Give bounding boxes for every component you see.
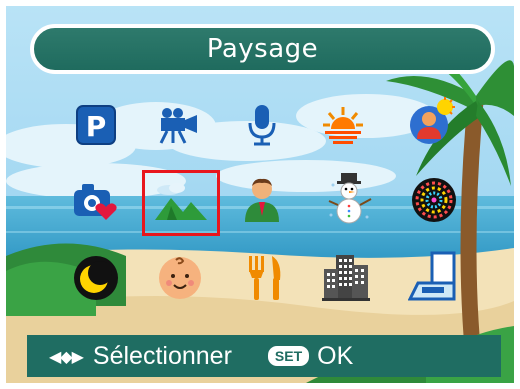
mode-portrait[interactable] [232,170,292,230]
mode-backlight-portrait[interactable] [402,92,462,152]
mode-fireworks[interactable] [404,170,464,230]
document-icon [408,251,456,301]
mode-program[interactable]: P [66,95,126,155]
mode-kids[interactable] [150,248,210,308]
microphone-icon [248,105,276,146]
mode-favorite[interactable] [66,172,126,232]
mode-food[interactable] [236,248,296,308]
person-icon [245,178,279,222]
mode-text[interactable] [403,246,463,306]
mode-title: Paysage [206,34,319,64]
fireworks-icon [412,178,456,222]
mode-voice[interactable] [232,95,292,155]
svg-text:P: P [86,110,107,143]
help-bar: ◀◆▶ Sélectionner SET OK [27,335,501,377]
snowman-icon [328,173,372,224]
left-right-arrows-icon: ◀◆▶ [49,346,84,366]
moon-icon [74,256,118,300]
navigate-label: Sélectionner [92,341,232,370]
backlight-portrait-icon [410,97,455,144]
camera-heart-icon [74,184,117,220]
mode-video[interactable] [149,95,209,155]
sunset-icon [323,107,363,144]
mode-building[interactable] [316,246,376,306]
video-camera-icon [159,108,197,144]
building-icon [322,255,370,301]
mode-night[interactable] [66,248,126,308]
camera-lcd-screen: Paysage P ◀◆▶ Sélectionner SET OK [0,0,520,389]
selection-highlight [142,170,220,236]
fork-knife-icon [249,256,281,300]
ok-label: OK [317,341,354,370]
mode-snow[interactable] [320,168,380,228]
set-button-badge: SET [267,346,310,366]
mode-sunset[interactable] [313,95,373,155]
mode-title-bar: Paysage [30,24,495,74]
p-icon: P [76,105,116,145]
baby-face-icon [159,257,201,299]
